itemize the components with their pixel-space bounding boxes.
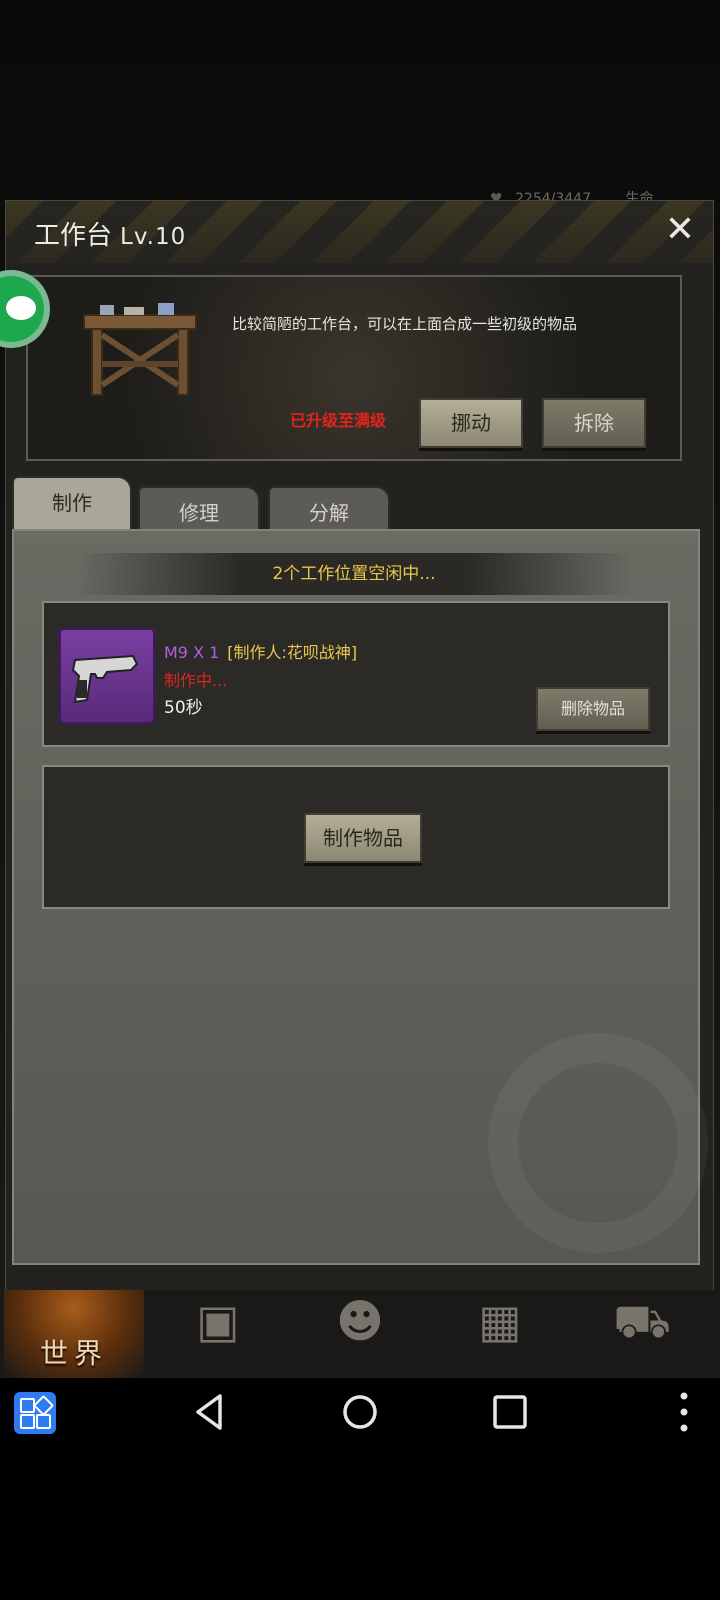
calculator-icon: ▦ [478, 1294, 522, 1348]
item-line: M9 X 1 [制作人:花呗战神] [164, 639, 357, 663]
home-icon[interactable] [336, 1388, 384, 1436]
craft-item-button[interactable]: 制作物品 [304, 813, 422, 863]
world-label: 世界 [39, 1337, 108, 1370]
craft-status: 制作中... [164, 671, 228, 690]
nav-shop[interactable]: ⛟ [572, 1290, 712, 1378]
delete-item-button[interactable]: 删除物品 [536, 687, 650, 731]
back-icon[interactable] [186, 1388, 234, 1436]
close-icon: ✕ [664, 209, 696, 250]
description-box: 比较简陋的工作台，可以在上面合成一些初级的物品 已升级至满级 挪动 拆除 [26, 275, 682, 461]
craft-panel: 2个工作位置空闲中... M9 X 1 [制作人:花呗战神] 制作中... 50秒… [12, 529, 708, 1265]
dialog-title: 工作台 Lv.10 [34, 215, 186, 252]
nav-calculator[interactable]: ▦ [430, 1290, 570, 1378]
item-slot[interactable] [58, 627, 156, 725]
slots-status: 2个工作位置空闲中... [74, 553, 634, 595]
apps-icon [32, 1394, 55, 1417]
nav-world[interactable]: 世界 [4, 1290, 144, 1378]
recents-icon[interactable] [486, 1388, 534, 1436]
more-options-icon[interactable] [660, 1388, 708, 1436]
chat-bubble-icon [6, 296, 36, 320]
head-gear-icon: ☻ [336, 1294, 384, 1348]
pistol-icon [71, 654, 139, 704]
android-nav-bar [0, 1378, 720, 1448]
workbench-dialog: 工作台 Lv.10 ✕ 比较简陋的工作台，可以在上面合成一些初级的物品 已升级至满… [5, 200, 714, 1318]
item-maker: [制作人:花呗战神] [227, 643, 358, 662]
apps-icon [20, 1414, 35, 1429]
nav-backpack[interactable]: ▣ [148, 1290, 288, 1378]
radiation-watermark-icon [488, 1033, 708, 1253]
craft-job-card: M9 X 1 [制作人:花呗战神] 制作中... 50秒 删除物品 [42, 601, 670, 747]
nav-skills[interactable]: ☻ [290, 1290, 430, 1378]
workbench-icon [83, 303, 197, 396]
level-text: Lv.10 [120, 224, 187, 250]
item-name: M9 X 1 [164, 643, 220, 662]
cart-icon: ⛟ [613, 1294, 671, 1348]
title-text: 工作台 [34, 221, 113, 251]
empty-craft-slot: 制作物品 [42, 765, 670, 909]
game-bottom-nav: 世界 ▣ ☻ ▦ ⛟ [0, 1290, 720, 1378]
time-left: 50秒 [164, 698, 203, 718]
close-button[interactable]: ✕ [661, 211, 699, 249]
apps-icon [36, 1414, 51, 1429]
description-text: 比较简陋的工作台，可以在上面合成一些初级的物品 [232, 315, 578, 333]
title-bar: 工作台 Lv.10 ✕ [6, 201, 713, 263]
backpack-icon: ▣ [196, 1294, 240, 1348]
tab-craft[interactable]: 制作 [12, 476, 132, 530]
maxed-label: 已升级至满级 [290, 411, 387, 430]
remove-button[interactable]: 拆除 [542, 398, 646, 448]
move-button[interactable]: 挪动 [419, 398, 523, 448]
apps-button[interactable] [14, 1392, 56, 1434]
